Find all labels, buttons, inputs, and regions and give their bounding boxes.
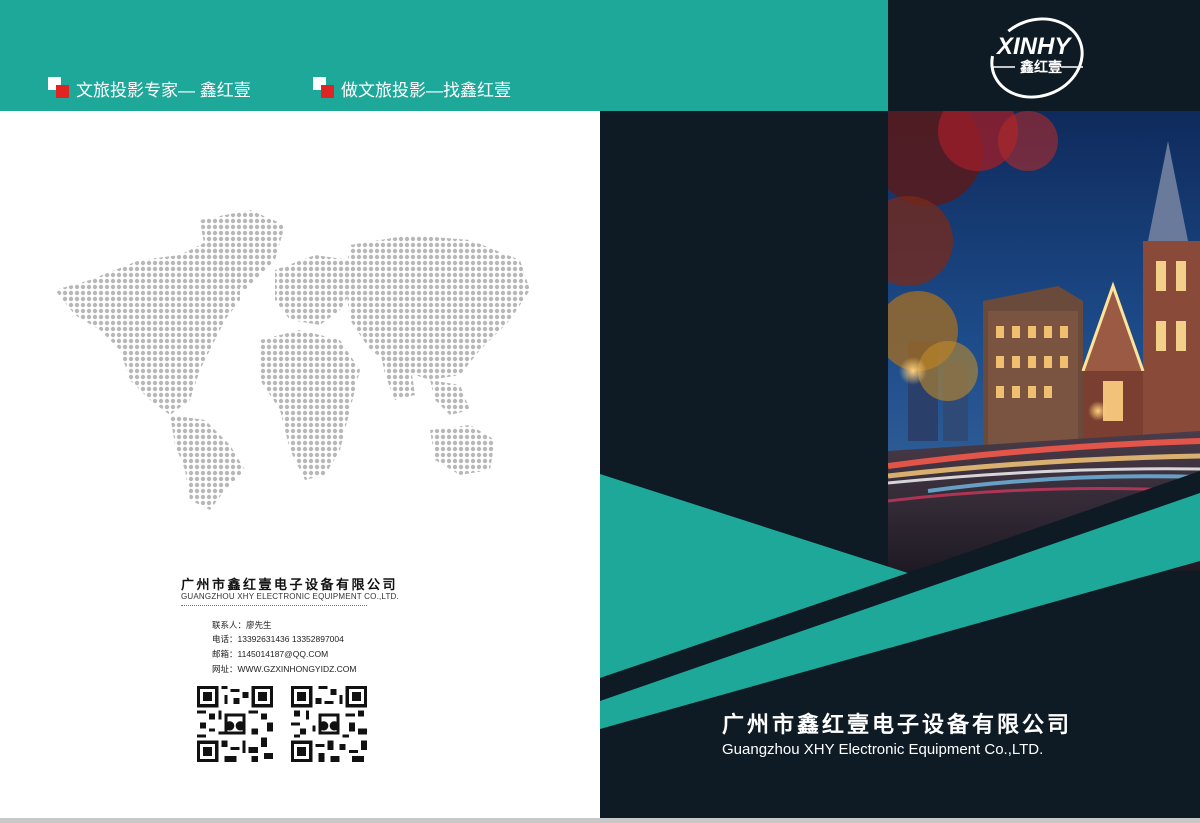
- company-name-cn: 广州市鑫红壹电子设备有限公司: [181, 577, 399, 592]
- square-mark-icon: [48, 77, 70, 99]
- contact-email: 邮箱：1145014187@QQ.COM: [212, 649, 329, 659]
- svg-text:●●: ●●: [224, 718, 245, 732]
- svg-text:●●: ●●: [318, 718, 339, 732]
- slogan-1-text: 文旅投影专家— 鑫红壹: [76, 80, 251, 100]
- slogan-1: 文旅投影专家— 鑫红壹: [48, 76, 251, 100]
- slogan-2: 做文旅投影—找鑫红壹: [313, 76, 511, 100]
- contact-website: 网址：WWW.GZXINHONGYIDZ.COM: [212, 664, 357, 674]
- company-name-en: GUANGZHOU XHY ELECTRONIC EQUIPMENT CO.,L…: [181, 592, 399, 601]
- cover-title-cn: 广州市鑫红壹电子设备有限公司: [722, 712, 1073, 737]
- dotted-world-map: [55, 210, 530, 510]
- square-mark-icon: [313, 77, 335, 99]
- divider: [181, 605, 367, 606]
- logo-chinese: 鑫红壹: [1019, 59, 1062, 76]
- wechat-qr-code-2: ●●: [291, 686, 367, 762]
- cover-title-en: Guangzhou XHY Electronic Equipment Co.,L…: [722, 741, 1044, 758]
- wechat-qr-code-1: ●●: [197, 686, 273, 762]
- xinhy-logo: XINHY 鑫红壹: [990, 17, 1084, 99]
- contact-person: 联系人：廖先生: [212, 620, 272, 630]
- contact-phone: 电话：13392631436 13352897004: [212, 634, 344, 644]
- slogan-2-text: 做文旅投影—找鑫红壹: [341, 80, 511, 100]
- bottom-strip: [0, 818, 1200, 823]
- logo-latin: XINHY: [995, 33, 1072, 60]
